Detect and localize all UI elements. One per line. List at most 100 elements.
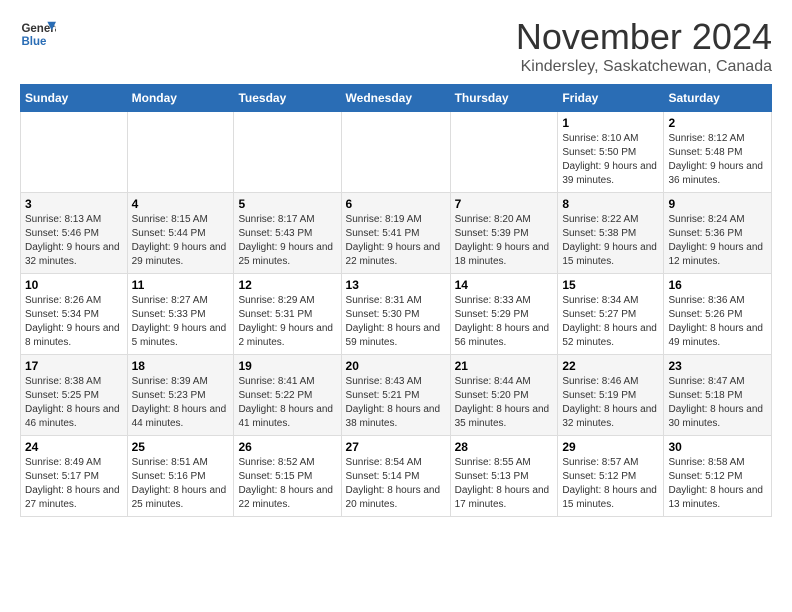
day-info: Sunrise: 8:58 AM Sunset: 5:12 PM Dayligh…: [668, 456, 767, 512]
day-info: Sunrise: 8:55 AM Sunset: 5:13 PM Dayligh…: [455, 456, 554, 512]
calendar-cell: 24 Sunrise: 8:49 AM Sunset: 5:17 PM Dayli…: [21, 436, 128, 517]
calendar-cell: 10 Sunrise: 8:26 AM Sunset: 5:34 PM Dayli…: [21, 274, 128, 355]
day-number: 4: [132, 197, 230, 211]
day-number: 26: [238, 440, 336, 454]
day-info: Sunrise: 8:26 AM Sunset: 5:34 PM Dayligh…: [25, 294, 123, 350]
calendar-cell: 23 Sunrise: 8:47 AM Sunset: 5:18 PM Dayli…: [664, 355, 772, 436]
day-number: 9: [668, 197, 767, 211]
calendar-cell: 6Sunrise: 8:19 AM Sunset: 5:41 PM Daylig…: [341, 193, 450, 274]
day-info: Sunrise: 8:57 AM Sunset: 5:12 PM Dayligh…: [562, 456, 659, 512]
calendar-cell: 12Sunrise: 8:29 AM Sunset: 5:31 PM Dayli…: [234, 274, 341, 355]
day-info: Sunrise: 8:19 AM Sunset: 5:41 PM Dayligh…: [346, 213, 446, 269]
calendar-cell: 29 Sunrise: 8:57 AM Sunset: 5:12 PM Dayli…: [558, 436, 664, 517]
calendar-cell: 9 Sunrise: 8:24 AM Sunset: 5:36 PM Daylig…: [664, 193, 772, 274]
calendar-cell: 14 Sunrise: 8:33 AM Sunset: 5:29 PM Dayli…: [450, 274, 558, 355]
logo-icon: General Blue: [20, 16, 56, 52]
day-info: Sunrise: 8:22 AM Sunset: 5:38 PM Dayligh…: [562, 213, 659, 269]
day-info: Sunrise: 8:39 AM Sunset: 5:23 PM Dayligh…: [132, 375, 230, 431]
day-info: Sunrise: 8:31 AM Sunset: 5:30 PM Dayligh…: [346, 294, 446, 350]
day-number: 2: [668, 116, 767, 130]
calendar-cell: 5 Sunrise: 8:17 AM Sunset: 5:43 PM Daylig…: [234, 193, 341, 274]
calendar-cell: [127, 112, 234, 193]
title-block: November 2024 Kindersley, Saskatchewan, …: [516, 16, 772, 76]
calendar-cell: 26 Sunrise: 8:52 AM Sunset: 5:15 PM Dayli…: [234, 436, 341, 517]
day-number: 30: [668, 440, 767, 454]
day-info: Sunrise: 8:49 AM Sunset: 5:17 PM Dayligh…: [25, 456, 123, 512]
calendar-cell: [341, 112, 450, 193]
calendar-cell: 18 Sunrise: 8:39 AM Sunset: 5:23 PM Dayli…: [127, 355, 234, 436]
calendar-cell: 7 Sunrise: 8:20 AM Sunset: 5:39 PM Daylig…: [450, 193, 558, 274]
day-info: Sunrise: 8:20 AM Sunset: 5:39 PM Dayligh…: [455, 213, 554, 269]
day-header-wednesday: Wednesday: [341, 85, 450, 112]
day-info: Sunrise: 8:15 AM Sunset: 5:44 PM Dayligh…: [132, 213, 230, 269]
day-number: 25: [132, 440, 230, 454]
calendar-cell: 17Sunrise: 8:38 AM Sunset: 5:25 PM Dayli…: [21, 355, 128, 436]
day-number: 19: [238, 359, 336, 373]
calendar-cell: 15 Sunrise: 8:34 AM Sunset: 5:27 PM Dayli…: [558, 274, 664, 355]
calendar-cell: 19Sunrise: 8:41 AM Sunset: 5:22 PM Dayli…: [234, 355, 341, 436]
logo: General Blue: [20, 16, 60, 52]
day-header-thursday: Thursday: [450, 85, 558, 112]
day-number: 10: [25, 278, 123, 292]
calendar-cell: 20Sunrise: 8:43 AM Sunset: 5:21 PM Dayli…: [341, 355, 450, 436]
calendar-cell: 1 Sunrise: 8:10 AM Sunset: 5:50 PM Daylig…: [558, 112, 664, 193]
week-row-2: 10 Sunrise: 8:26 AM Sunset: 5:34 PM Dayli…: [21, 274, 772, 355]
day-info: Sunrise: 8:34 AM Sunset: 5:27 PM Dayligh…: [562, 294, 659, 350]
calendar-cell: [234, 112, 341, 193]
day-info: Sunrise: 8:38 AM Sunset: 5:25 PM Dayligh…: [25, 375, 123, 431]
week-row-3: 17Sunrise: 8:38 AM Sunset: 5:25 PM Dayli…: [21, 355, 772, 436]
day-number: 22: [562, 359, 659, 373]
calendar-cell: 2 Sunrise: 8:12 AM Sunset: 5:48 PM Daylig…: [664, 112, 772, 193]
day-number: 5: [238, 197, 336, 211]
day-header-tuesday: Tuesday: [234, 85, 341, 112]
week-row-0: 1 Sunrise: 8:10 AM Sunset: 5:50 PM Daylig…: [21, 112, 772, 193]
day-info: Sunrise: 8:13 AM Sunset: 5:46 PM Dayligh…: [25, 213, 123, 269]
day-number: 21: [455, 359, 554, 373]
day-info: Sunrise: 8:44 AM Sunset: 5:20 PM Dayligh…: [455, 375, 554, 431]
day-header-sunday: Sunday: [21, 85, 128, 112]
day-number: 13: [346, 278, 446, 292]
day-info: Sunrise: 8:47 AM Sunset: 5:18 PM Dayligh…: [668, 375, 767, 431]
day-header-monday: Monday: [127, 85, 234, 112]
calendar-cell: 11 Sunrise: 8:27 AM Sunset: 5:33 PM Dayli…: [127, 274, 234, 355]
day-number: 3: [25, 197, 123, 211]
main-title: November 2024: [516, 16, 772, 58]
day-number: 27: [346, 440, 446, 454]
day-number: 24: [25, 440, 123, 454]
day-info: Sunrise: 8:33 AM Sunset: 5:29 PM Dayligh…: [455, 294, 554, 350]
calendar-cell: [21, 112, 128, 193]
calendar-cell: 22 Sunrise: 8:46 AM Sunset: 5:19 PM Dayli…: [558, 355, 664, 436]
calendar-cell: 25Sunrise: 8:51 AM Sunset: 5:16 PM Dayli…: [127, 436, 234, 517]
day-number: 18: [132, 359, 230, 373]
day-info: Sunrise: 8:17 AM Sunset: 5:43 PM Dayligh…: [238, 213, 336, 269]
day-info: Sunrise: 8:27 AM Sunset: 5:33 PM Dayligh…: [132, 294, 230, 350]
subtitle: Kindersley, Saskatchewan, Canada: [516, 58, 772, 76]
calendar-cell: [450, 112, 558, 193]
day-info: Sunrise: 8:54 AM Sunset: 5:14 PM Dayligh…: [346, 456, 446, 512]
header-row: SundayMondayTuesdayWednesdayThursdayFrid…: [21, 85, 772, 112]
day-number: 29: [562, 440, 659, 454]
day-number: 12: [238, 278, 336, 292]
day-info: Sunrise: 8:46 AM Sunset: 5:19 PM Dayligh…: [562, 375, 659, 431]
calendar-cell: 3 Sunrise: 8:13 AM Sunset: 5:46 PM Daylig…: [21, 193, 128, 274]
day-number: 23: [668, 359, 767, 373]
day-number: 15: [562, 278, 659, 292]
day-info: Sunrise: 8:24 AM Sunset: 5:36 PM Dayligh…: [668, 213, 767, 269]
day-number: 7: [455, 197, 554, 211]
calendar-cell: 16Sunrise: 8:36 AM Sunset: 5:26 PM Dayli…: [664, 274, 772, 355]
day-header-saturday: Saturday: [664, 85, 772, 112]
calendar-cell: 27 Sunrise: 8:54 AM Sunset: 5:14 PM Dayli…: [341, 436, 450, 517]
day-info: Sunrise: 8:10 AM Sunset: 5:50 PM Dayligh…: [562, 132, 659, 188]
day-number: 8: [562, 197, 659, 211]
day-info: Sunrise: 8:52 AM Sunset: 5:15 PM Dayligh…: [238, 456, 336, 512]
calendar-table: SundayMondayTuesdayWednesdayThursdayFrid…: [20, 84, 772, 517]
day-info: Sunrise: 8:12 AM Sunset: 5:48 PM Dayligh…: [668, 132, 767, 188]
calendar-cell: 21 Sunrise: 8:44 AM Sunset: 5:20 PM Dayli…: [450, 355, 558, 436]
calendar-cell: 13 Sunrise: 8:31 AM Sunset: 5:30 PM Dayli…: [341, 274, 450, 355]
day-number: 1: [562, 116, 659, 130]
day-number: 14: [455, 278, 554, 292]
header: General Blue November 2024 Kindersley, S…: [20, 16, 772, 76]
day-info: Sunrise: 8:43 AM Sunset: 5:21 PM Dayligh…: [346, 375, 446, 431]
day-number: 16: [668, 278, 767, 292]
day-number: 11: [132, 278, 230, 292]
